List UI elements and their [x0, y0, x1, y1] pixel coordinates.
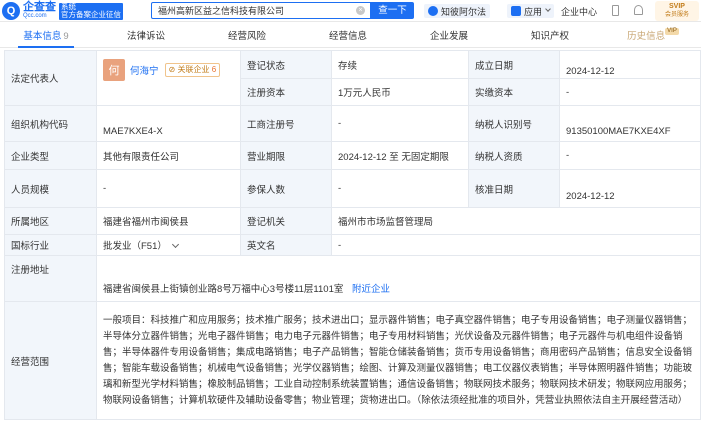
nearby-companies-link[interactable]: 附近企业	[352, 284, 390, 295]
approve-date-value: 2024-12-12	[559, 169, 701, 208]
insured-value: -	[331, 169, 469, 208]
company-type-value: 其他有限责任公司	[96, 141, 241, 170]
table-row: 组织机构代码 MAE7KXE4-X 工商注册号 - 纳税人识别号 9135010…	[4, 105, 701, 142]
tax-qualification-value: -	[559, 141, 701, 170]
tax-qualification-label: 纳税人资质	[468, 141, 560, 170]
mobile-icon[interactable]	[612, 5, 619, 16]
logo-domain-text: Qcc.com	[23, 13, 47, 19]
industry-label: 国标行业	[4, 234, 97, 256]
address-value: 福建省闽侯县上街镇创业路8号万福中心3号楼11层1101室	[103, 284, 344, 295]
authority-label: 登记机关	[240, 207, 332, 235]
table-row: 注册地址 福建省闽侯县上街镇创业路8号万福中心3号楼11层1101室 附近企业	[4, 255, 701, 302]
svip-badge[interactable]: SVIP 会员服务	[655, 1, 699, 21]
logo-badge: 系统 官方备案企业征信	[59, 1, 123, 20]
logo-main-text: 企查查	[23, 1, 56, 13]
search-input[interactable]	[152, 3, 352, 18]
chevron-down-icon	[171, 240, 179, 249]
en-name-value: -	[331, 234, 701, 256]
enterprise-center-link[interactable]: 企业中心	[561, 4, 597, 18]
related-companies-badge[interactable]: ⊘ 关联企业 6	[164, 63, 221, 77]
tab-legal[interactable]: 法律诉讼	[121, 28, 171, 48]
est-date-value: 2024-12-12	[559, 50, 701, 79]
section-tabs: 基本信息 9 法律诉讼 经营风险 经营信息 企业发展 知识产权 历史信息 VIP	[0, 28, 701, 48]
zhibi-alpha-button[interactable]: 知彼阿尔法	[424, 4, 491, 18]
tab-operation[interactable]: 经营信息	[323, 28, 373, 48]
address-label: 注册地址	[4, 255, 97, 302]
capital-label: 注册资本	[240, 78, 332, 106]
link-icon: ⊘	[168, 65, 176, 74]
region-value: 福建省福州市闽侯县	[96, 207, 241, 235]
est-date-label: 成立日期	[468, 50, 560, 79]
tab-history[interactable]: 历史信息 VIP	[622, 28, 684, 48]
clear-icon[interactable]: ×	[356, 6, 365, 15]
app-menu-button[interactable]: 应用	[507, 4, 555, 18]
company-type-label: 企业类型	[4, 141, 97, 170]
bell-icon[interactable]	[634, 5, 643, 15]
table-row: 企业类型 其他有限责任公司 营业期限 2024-12-12 至 无固定期限 纳税…	[4, 141, 701, 170]
status-label: 登记状态	[240, 50, 332, 79]
tab-basic-info[interactable]: 基本信息 9	[18, 28, 74, 48]
legal-rep-name[interactable]: 何海宁	[130, 63, 159, 77]
table-row: 国标行业 批发业（F51） 英文名 -	[4, 234, 701, 256]
search-button[interactable]: 查一下	[371, 2, 414, 19]
top-bar: Q 企查查 Qcc.com 系统 官方备案企业征信 × 查一下 知彼阿尔法 应用…	[0, 0, 701, 22]
biz-no-value: -	[331, 105, 469, 142]
avatar: 何	[103, 59, 125, 81]
table-row: 人员规模 - 参保人数 - 核准日期 2024-12-12	[4, 169, 701, 208]
staff-size-label: 人员规模	[4, 169, 97, 208]
approve-date-label: 核准日期	[468, 169, 560, 208]
insured-label: 参保人数	[240, 169, 332, 208]
tab-risk[interactable]: 经营风险	[222, 28, 272, 48]
table-row: 法定代表人 何 何海宁 ⊘ 关联企业 6 登记状态 存续 成立日期 2024-1…	[4, 50, 701, 106]
tab-development[interactable]: 企业发展	[424, 28, 474, 48]
tax-id-value: 91350100MAE7KXE4XF	[559, 105, 701, 142]
table-row: 经营范围 一般项目：科技推广和应用服务；技术推广服务；技术进出口；显示器件销售；…	[4, 301, 701, 420]
region-label: 所属地区	[4, 207, 97, 235]
scope-label: 经营范围	[4, 301, 97, 420]
qcc-logo[interactable]: Q 企查查 Qcc.com 系统 官方备案企业征信	[2, 2, 123, 20]
industry-value: 批发业（F51）	[103, 241, 167, 252]
legal-rep-label: 法定代表人	[4, 50, 97, 106]
org-code-value: MAE7KXE4-X	[96, 105, 241, 142]
alpha-icon	[428, 6, 438, 16]
status-value: 存续	[331, 50, 469, 79]
chevron-down-icon	[545, 6, 551, 12]
tax-id-label: 纳税人识别号	[468, 105, 560, 142]
paid-capital-value: -	[559, 78, 701, 106]
address-cell: 福建省闽侯县上街镇创业路8号万福中心3号楼11层1101室 附近企业	[96, 255, 701, 302]
industry-cell[interactable]: 批发业（F51）	[96, 234, 241, 256]
staff-size-value: -	[96, 169, 241, 208]
table-row: 所属地区 福建省福州市闽侯县 登记机关 福州市市场监督管理局	[4, 207, 701, 235]
tab-ip[interactable]: 知识产权	[525, 28, 575, 48]
capital-value: 1万元人民币	[331, 78, 469, 106]
term-value: 2024-12-12 至 无固定期限	[331, 141, 469, 170]
scope-value: 一般项目：科技推广和应用服务；技术推广服务；技术进出口；显示器件销售；电子真空器…	[96, 301, 701, 420]
authority-value: 福州市市场监督管理局	[331, 207, 701, 235]
org-code-label: 组织机构代码	[4, 105, 97, 142]
paid-capital-label: 实缴资本	[468, 78, 560, 106]
basic-info-table: 法定代表人 何 何海宁 ⊘ 关联企业 6 登记状态 存续 成立日期 2024-1…	[4, 50, 701, 420]
legal-rep-cell: 何 何海宁 ⊘ 关联企业 6	[96, 50, 241, 106]
en-name-label: 英文名	[240, 234, 332, 256]
vip-badge: VIP	[665, 28, 679, 35]
search-box: ×	[151, 2, 371, 19]
logo-mark-icon: Q	[2, 2, 20, 20]
term-label: 营业期限	[240, 141, 332, 170]
grid-icon	[511, 6, 521, 16]
biz-no-label: 工商注册号	[240, 105, 332, 142]
